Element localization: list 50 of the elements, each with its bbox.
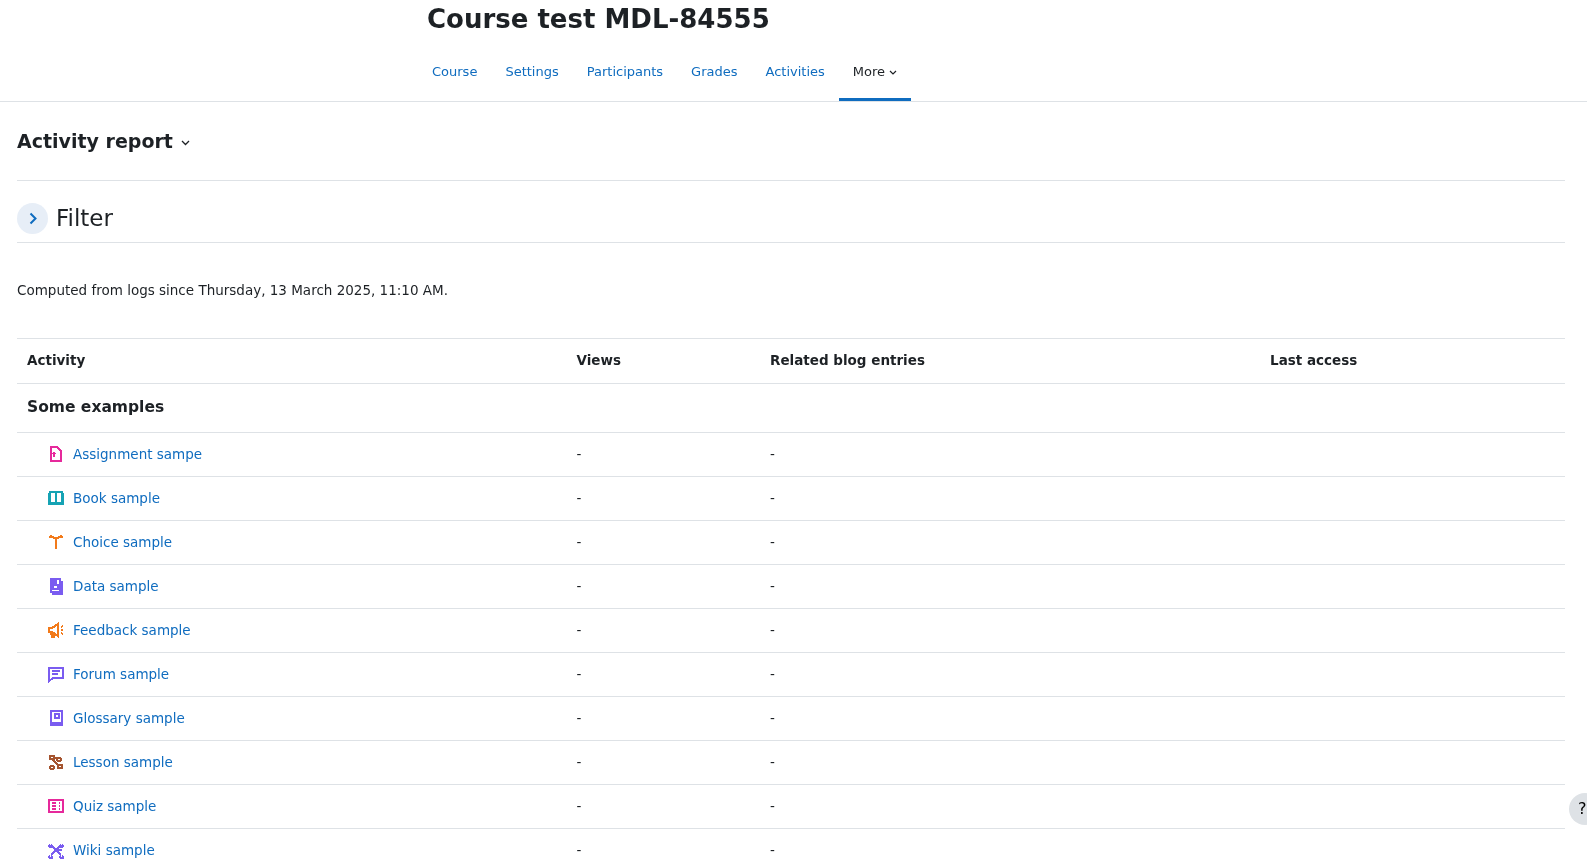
views-value: -	[576, 753, 582, 770]
page-heading: Activity report	[17, 129, 173, 153]
course-title: Course test MDL-84555	[427, 3, 771, 36]
filter-title: Filter	[56, 205, 113, 233]
activity-link[interactable]: Book sample	[73, 487, 160, 509]
column-header: Related blog entries	[760, 338, 1261, 384]
computed-note: Computed from logs since Thursday, 13 March 2025, 11:10 AM.	[17, 281, 449, 301]
activity-link[interactable]: Assignment sampe	[73, 443, 203, 465]
activity-link[interactable]: Forum sample	[73, 663, 170, 685]
caret-icon[interactable]	[180, 139, 190, 146]
filter-toggle-button[interactable]	[17, 203, 48, 235]
blog-entries-value: -	[770, 665, 775, 682]
section-heading: Some examples	[17, 383, 1565, 433]
blog-entries-value: -	[770, 621, 775, 638]
activity-link[interactable]: Glossary sample	[73, 707, 185, 729]
activity-link[interactable]: Quiz sample	[73, 795, 157, 817]
views-value: -	[576, 665, 582, 682]
views-value: -	[576, 797, 582, 814]
nav-tab[interactable]: Grades	[677, 48, 752, 101]
views-value: -	[576, 489, 582, 506]
caret-icon	[889, 70, 898, 75]
nav-tab[interactable]: More	[838, 48, 912, 101]
column-header: Last access	[1260, 338, 1565, 384]
activity-link[interactable]: Feedback sample	[73, 619, 191, 641]
nav-tab[interactable]: Activities	[751, 48, 839, 101]
nav-tab[interactable]: Settings	[491, 48, 573, 101]
activity-link[interactable]: Lesson sample	[73, 751, 173, 773]
views-value: -	[576, 842, 582, 859]
blog-entries-value: -	[770, 489, 775, 506]
nav-tab[interactable]: Participants	[572, 48, 678, 101]
blog-entries-value: -	[770, 445, 775, 462]
views-value: -	[576, 445, 582, 462]
blog-entries-value: -	[770, 753, 775, 770]
blog-entries-value: -	[770, 709, 775, 726]
nav-tab[interactable]: Course	[418, 48, 492, 101]
column-header: Views	[566, 338, 761, 384]
blog-entries-value: -	[770, 797, 775, 814]
chevron-right-icon	[28, 212, 37, 226]
blog-entries-value: -	[770, 577, 775, 594]
views-value: -	[576, 709, 582, 726]
help-button[interactable]: ?	[1569, 793, 1587, 825]
column-header: Activity	[17, 338, 567, 384]
blog-entries-value: -	[770, 533, 775, 550]
activity-link[interactable]: Choice sample	[73, 531, 173, 553]
activity-link[interactable]: Data sample	[73, 575, 159, 597]
views-value: -	[576, 577, 582, 594]
activity-link[interactable]: Wiki sample	[73, 840, 155, 859]
blog-entries-value: -	[770, 842, 775, 859]
views-value: -	[576, 621, 582, 638]
views-value: -	[576, 533, 582, 550]
